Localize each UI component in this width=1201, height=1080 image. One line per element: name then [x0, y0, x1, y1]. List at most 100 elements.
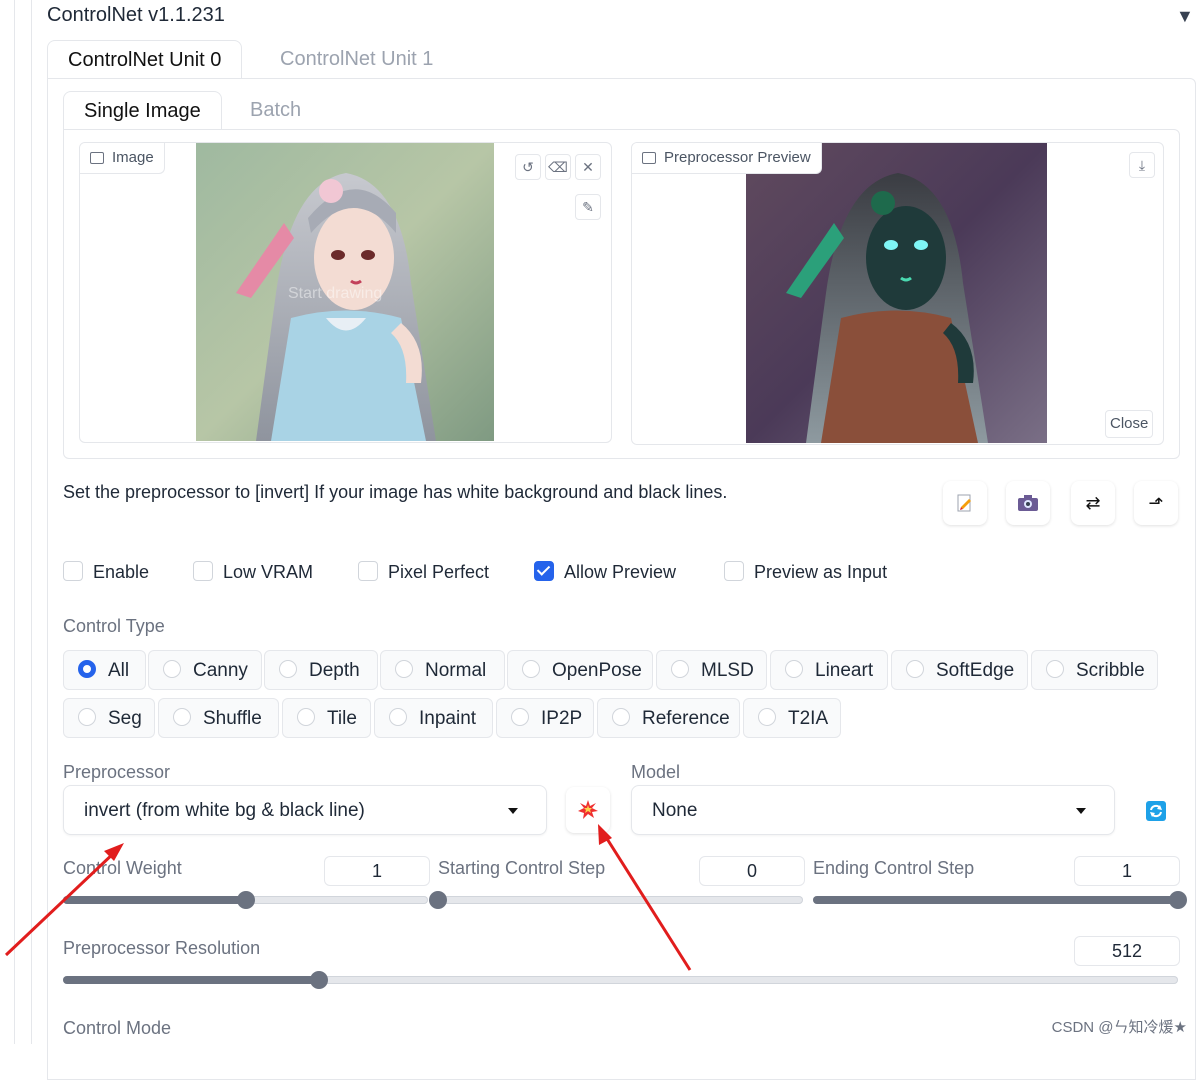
control-type-normal[interactable]: Normal	[380, 650, 505, 690]
control-type-openpose[interactable]: OpenPose	[507, 650, 653, 690]
control-type-all[interactable]: All	[63, 650, 146, 690]
control-mode-label: Control Mode	[63, 1018, 172, 1038]
control-weight-slider[interactable]	[63, 891, 428, 909]
preprocessor-resolution-input[interactable]: 512	[1074, 936, 1180, 966]
radio-dot[interactable]	[1046, 659, 1064, 678]
control-type-reference[interactable]: Reference	[597, 698, 740, 738]
radio-dot[interactable]	[612, 707, 630, 726]
control-type-label: Control Type	[63, 616, 165, 636]
checkbox-box[interactable]	[724, 561, 744, 582]
checkbox-box[interactable]	[63, 561, 83, 582]
radio-dot[interactable]	[163, 659, 181, 678]
radio-label: Canny	[193, 660, 248, 681]
image-label: Image	[80, 143, 165, 174]
starting-control-step-slider[interactable]	[429, 891, 803, 909]
radio-dot[interactable]	[279, 659, 297, 678]
preview-as-input-checkbox[interactable]: Preview as Input	[724, 560, 887, 584]
invert-hint-text: Set the preprocessor to [invert] If your…	[63, 482, 728, 502]
radio-label: Tile	[327, 708, 357, 729]
ending-control-step-input[interactable]: 1	[1074, 856, 1180, 886]
left-border	[14, 0, 15, 1044]
tab-single-image[interactable]: Single Image	[63, 91, 222, 130]
control-type-seg[interactable]: Seg	[63, 698, 155, 738]
control-type-ip2p[interactable]: IP2P	[496, 698, 594, 738]
image-input-box[interactable]: Start drawing Image ↺ ⌫ ✕ ✎	[79, 142, 612, 443]
radio-label: T2IA	[788, 708, 829, 729]
radio-dot[interactable]	[785, 659, 803, 678]
slider-fill	[63, 896, 246, 904]
slider-thumb[interactable]	[236, 891, 255, 909]
control-type-shuffle[interactable]: Shuffle	[158, 698, 279, 738]
radio-dot[interactable]	[906, 659, 924, 678]
low-vram-checkbox[interactable]: Low VRAM	[193, 560, 313, 584]
tab-controlnet-unit-1[interactable]: ControlNet Unit 1	[260, 40, 453, 78]
radio-dot[interactable]	[671, 659, 689, 678]
model-dropdown[interactable]: None	[631, 785, 1115, 835]
image-label-text: Image	[112, 149, 154, 166]
refresh-icon[interactable]	[1146, 801, 1166, 821]
edit-icon[interactable]	[943, 481, 987, 525]
preview-image	[746, 143, 1047, 443]
close-preview-button[interactable]: Close	[1105, 410, 1154, 438]
brush-icon[interactable]: ✎	[575, 194, 601, 220]
preprocessor-preview-label: Preprocessor Preview	[632, 143, 822, 174]
radio-label: All	[108, 660, 130, 681]
control-type-softedge[interactable]: SoftEdge	[891, 650, 1028, 690]
control-type-lineart[interactable]: Lineart	[770, 650, 888, 690]
radio-label: Reference	[642, 708, 730, 729]
allow-preview-checkbox[interactable]: Allow Preview	[534, 560, 676, 584]
control-type-tile[interactable]: Tile	[282, 698, 371, 738]
radio-dot[interactable]	[297, 707, 315, 726]
radio-dot[interactable]	[389, 707, 407, 726]
radio-dot[interactable]	[522, 659, 540, 678]
tab-controlnet-unit-0[interactable]: ControlNet Unit 0	[47, 40, 243, 79]
slider-fill	[813, 896, 1178, 904]
starting-control-step-input[interactable]: 0	[699, 856, 805, 886]
pixel-perfect-label: Pixel Perfect	[388, 562, 490, 582]
ending-control-step-label: Ending Control Step	[813, 858, 975, 878]
control-type-inpaint[interactable]: Inpaint	[374, 698, 493, 738]
radio-dot[interactable]	[78, 707, 96, 726]
radio-dot-selected[interactable]	[78, 659, 96, 678]
image-icon	[90, 152, 104, 165]
swap-icon[interactable]: ⇄	[1071, 481, 1115, 525]
tab-batch[interactable]: Batch	[230, 91, 321, 129]
control-type-t2ia[interactable]: T2IA	[743, 698, 841, 738]
radio-dot[interactable]	[395, 659, 413, 678]
source-image: Start drawing	[196, 143, 494, 441]
close-icon[interactable]: ✕	[575, 154, 601, 180]
control-type-depth[interactable]: Depth	[264, 650, 378, 690]
checkbox-box-checked[interactable]	[534, 561, 554, 582]
radio-dot[interactable]	[758, 707, 776, 726]
radio-dot[interactable]	[173, 707, 191, 726]
download-icon[interactable]: ⤓	[1129, 152, 1155, 178]
ending-control-step-slider[interactable]	[813, 891, 1187, 909]
checkbox-box[interactable]	[358, 561, 378, 582]
eraser-icon[interactable]: ⌫	[545, 154, 571, 180]
radio-label: OpenPose	[552, 660, 642, 681]
explosion-icon[interactable]	[566, 787, 610, 833]
radio-dot[interactable]	[511, 707, 529, 726]
radio-label: Inpaint	[419, 708, 477, 729]
camera-icon[interactable]	[1006, 481, 1050, 525]
checkbox-box[interactable]	[193, 561, 213, 582]
radio-label: Seg	[108, 708, 142, 729]
send-dimensions-icon[interactable]: ⬏	[1134, 481, 1178, 525]
preprocessor-resolution-slider[interactable]	[63, 971, 1178, 989]
control-type-mlsd[interactable]: MLSD	[656, 650, 767, 690]
radio-label: Normal	[425, 660, 487, 681]
slider-thumb[interactable]	[1169, 891, 1187, 909]
slider-fill	[63, 976, 320, 984]
radio-label: Lineart	[815, 660, 874, 681]
undo-icon[interactable]: ↺	[515, 154, 541, 180]
pixel-perfect-checkbox[interactable]: Pixel Perfect	[358, 560, 489, 584]
control-weight-input[interactable]: 1	[324, 856, 430, 886]
control-type-scribble[interactable]: Scribble	[1031, 650, 1158, 690]
slider-thumb[interactable]	[429, 891, 447, 909]
preprocessor-label: Preprocessor	[63, 762, 171, 782]
start-drawing-overlay: Start drawing	[288, 285, 382, 302]
control-type-canny[interactable]: Canny	[148, 650, 262, 690]
preprocessor-dropdown[interactable]: invert (from white bg & black line)	[63, 785, 547, 835]
enable-checkbox[interactable]: Enable	[63, 560, 149, 584]
triangle-down-icon[interactable]: ▼	[1176, 6, 1194, 27]
